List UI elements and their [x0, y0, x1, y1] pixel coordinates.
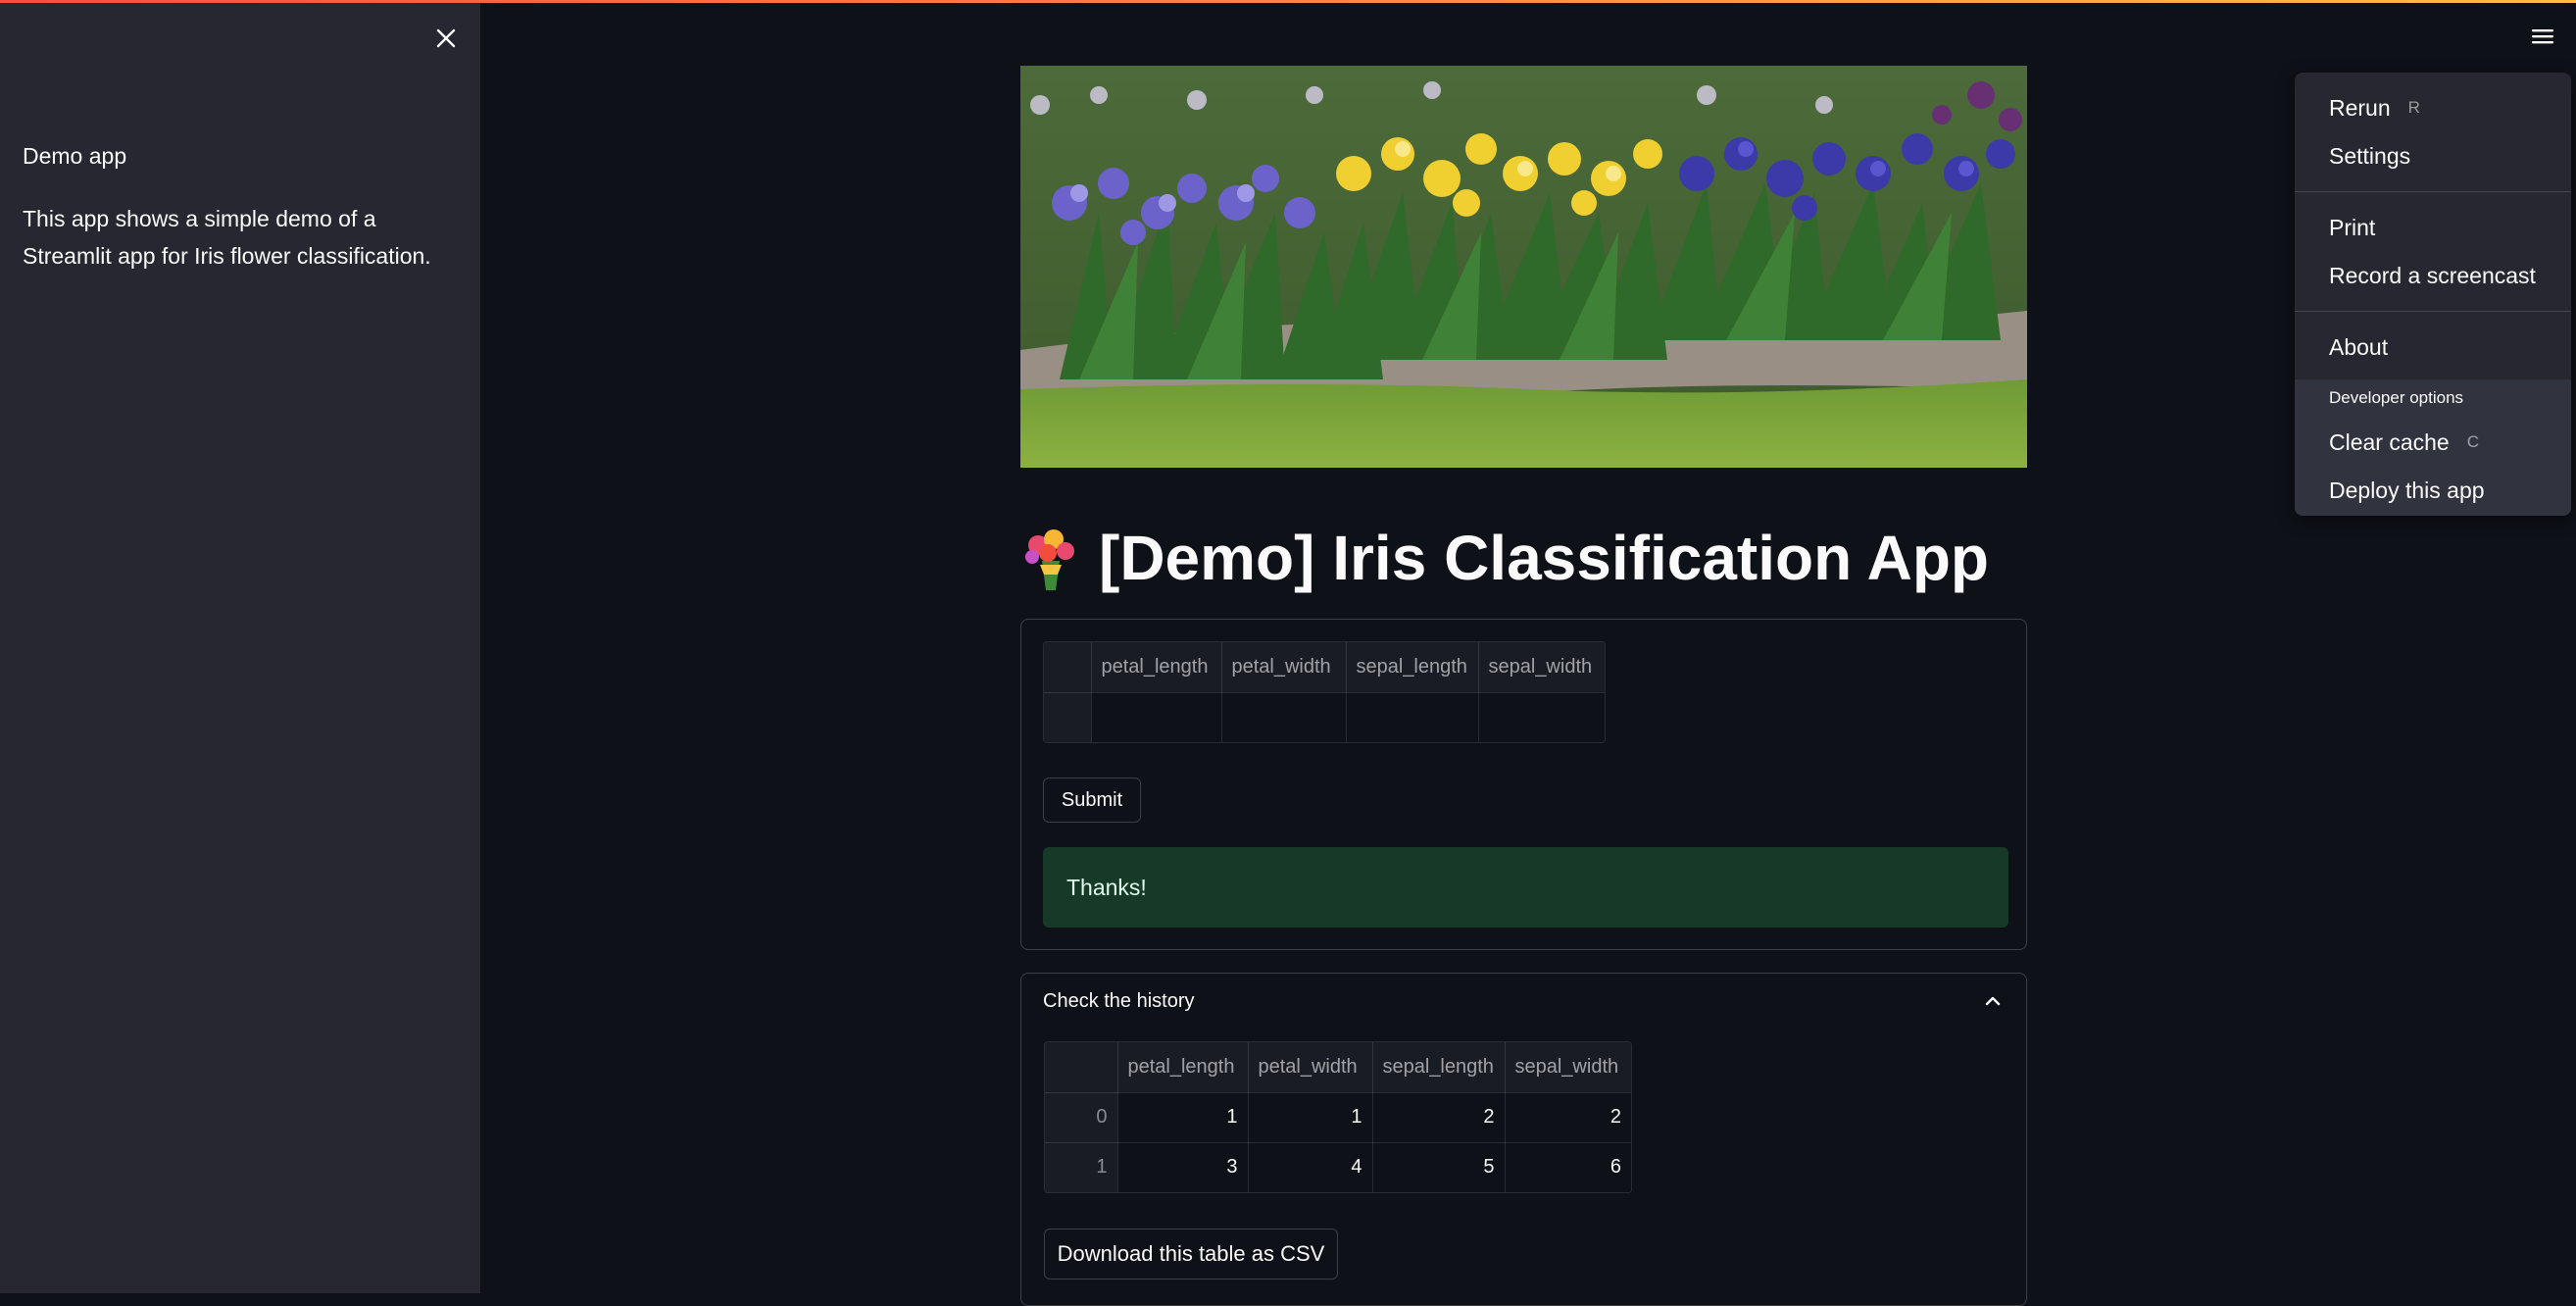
menu-item-label: Rerun — [2329, 94, 2391, 121]
table-cell[interactable]: 2 — [1505, 1092, 1631, 1143]
column-header[interactable]: petal_width — [1221, 642, 1347, 693]
menu-item-label: Deploy this app — [2329, 477, 2485, 503]
column-header[interactable]: petal_length — [1091, 642, 1222, 693]
editable-cell[interactable] — [1478, 692, 1605, 742]
hamburger-icon — [2532, 29, 2553, 44]
menu-item-label: Clear cache — [2329, 428, 2450, 455]
close-icon — [436, 28, 456, 48]
top-decoration-bar — [0, 0, 2576, 3]
table-cell[interactable]: 6 — [1505, 1142, 1631, 1192]
menu-divider — [2295, 191, 2571, 192]
download-csv-button[interactable]: Download this table as CSV — [1044, 1229, 1338, 1280]
sidebar-title: Demo app — [23, 143, 127, 169]
input-form: petal_length petal_width sepal_length se… — [1020, 619, 2027, 950]
expander-header[interactable]: Check the history — [1021, 974, 2026, 1029]
hero-image — [1020, 66, 2027, 468]
menu-item-label: Record a screencast — [2329, 262, 2536, 288]
column-header[interactable]: petal_length — [1117, 1042, 1249, 1093]
menu-item-record-screencast[interactable]: Record a screencast — [2295, 252, 2571, 299]
table-row: 0 1 1 2 2 — [1045, 1092, 1631, 1143]
editable-cell[interactable] — [1346, 692, 1479, 742]
table-cell[interactable]: 2 — [1372, 1092, 1506, 1143]
success-message: Thanks! — [1066, 874, 1147, 900]
column-header[interactable]: petal_width — [1248, 1042, 1373, 1093]
row-index-cell: 0 — [1045, 1092, 1118, 1143]
success-alert: Thanks! — [1043, 847, 2008, 928]
table-cell[interactable]: 3 — [1117, 1142, 1249, 1192]
table-cell[interactable]: 4 — [1248, 1142, 1373, 1192]
index-header — [1045, 1042, 1118, 1093]
page-title-text: [Demo] Iris Classification App — [1099, 523, 1989, 593]
sidebar: Demo app This app shows a simple demo of… — [0, 0, 480, 1293]
row-index-cell — [1044, 692, 1092, 742]
menu-item-label: Print — [2329, 214, 2376, 240]
menu-item-label: Settings — [2329, 142, 2411, 169]
table-cell[interactable]: 1 — [1248, 1092, 1373, 1143]
row-index-cell: 1 — [1045, 1142, 1118, 1192]
main-menu-button[interactable] — [2523, 20, 2562, 53]
page-title: [Demo] Iris Classification App — [1018, 514, 1989, 602]
table-cell[interactable]: 1 — [1117, 1092, 1249, 1143]
editable-cell[interactable] — [1091, 692, 1222, 742]
table-cell[interactable]: 5 — [1372, 1142, 1506, 1192]
close-sidebar-button[interactable] — [429, 22, 463, 55]
expander-title: Check the history — [1043, 989, 1195, 1012]
table-row: 1 3 4 5 6 — [1045, 1142, 1631, 1192]
index-header — [1044, 642, 1092, 693]
menu-item-about[interactable]: About — [2295, 324, 2571, 371]
menu-item-deploy[interactable]: Deploy this app — [2295, 467, 2571, 514]
history-expander: Check the history petal_length petal_wid… — [1020, 973, 2027, 1306]
menu-divider — [2295, 311, 2571, 312]
menu-item-label: About — [2329, 333, 2389, 360]
column-header[interactable]: sepal_length — [1346, 642, 1479, 693]
sidebar-description: This app shows a simple demo of a Stream… — [23, 206, 431, 269]
bouquet-icon — [1025, 529, 1074, 590]
history-table[interactable]: petal_length petal_width sepal_length se… — [1044, 1041, 1632, 1193]
menu-item-rerun[interactable]: Rerun R — [2295, 84, 2571, 131]
main-menu-popover: Rerun R Settings Print Record a screenca… — [2295, 73, 2571, 516]
submit-button[interactable]: Submit — [1043, 778, 1141, 823]
shortcut-hint: C — [2466, 432, 2480, 451]
column-header[interactable]: sepal_width — [1505, 1042, 1631, 1093]
shortcut-hint: R — [2407, 98, 2420, 117]
menu-item-clear-cache[interactable]: Clear cache C — [2295, 419, 2571, 466]
column-header[interactable]: sepal_length — [1372, 1042, 1506, 1093]
input-data-editor[interactable]: petal_length petal_width sepal_length se… — [1043, 641, 1606, 743]
menu-item-settings[interactable]: Settings — [2295, 132, 2571, 179]
editable-cell[interactable] — [1221, 692, 1347, 742]
chevron-up-icon — [1985, 996, 2001, 1006]
developer-options-label: Developer options — [2329, 388, 2464, 407]
menu-item-print[interactable]: Print — [2295, 204, 2571, 251]
column-header[interactable]: sepal_width — [1478, 642, 1605, 693]
